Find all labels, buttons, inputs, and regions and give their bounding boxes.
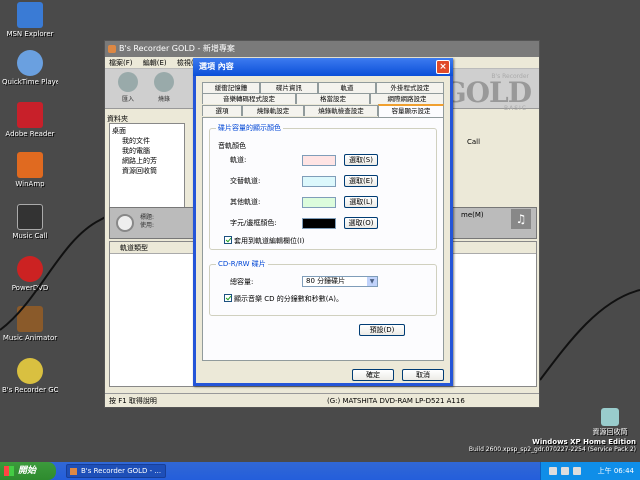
- apply-to-track-edit-checkbox[interactable]: 套用到軌道編輯欄位(I): [224, 236, 305, 246]
- me-label: me(M): [461, 211, 484, 219]
- track-color-swatch: [302, 155, 336, 166]
- app-statusbar: 按 F1 取得說明 (G:) MATSHITA DVD-RAM LP-D521 …: [105, 393, 539, 407]
- import-icon: [118, 72, 138, 92]
- menu-file[interactable]: 檔案(F): [109, 59, 133, 67]
- text-border-color-label: 字元/邊框顏色:: [230, 219, 277, 227]
- alt-track-color-label: 交替軌道:: [230, 177, 261, 185]
- tree-item-desktop[interactable]: 桌面: [112, 126, 182, 136]
- folder-tree: 桌面 我的文件 我的電腦 網路上的芳 資源回收筒: [109, 123, 185, 219]
- dialog-titlebar[interactable]: 選項 內容 ×: [193, 58, 453, 76]
- tab-track[interactable]: 軌道: [318, 82, 376, 93]
- taskbar: 開始 B's Recorder GOLD - ... 上午 06:44: [0, 462, 640, 480]
- close-button[interactable]: ×: [436, 60, 450, 74]
- select-other-track-color-button[interactable]: 選取(L): [344, 196, 378, 208]
- capacity-label: 總容量:: [230, 278, 254, 286]
- cd-rw-group: CD-R/RW 碟片 總容量: 80 分鐘碟片 ▼ 顯示音樂 CD 的分鐘數和秒…: [209, 260, 437, 316]
- tab-format-settings[interactable]: 格當設定: [296, 93, 370, 104]
- tree-item-recycle[interactable]: 資源回收筒: [112, 166, 182, 176]
- app-icon: [108, 45, 116, 53]
- tree-item-network[interactable]: 網路上的芳: [112, 156, 182, 166]
- clock[interactable]: 上午 06:44: [598, 462, 634, 480]
- tab-internet-settings[interactable]: 網際網路設定: [370, 93, 444, 104]
- disc-title-label: 標題:: [140, 214, 155, 221]
- track-color-label: 軌道:: [230, 156, 247, 164]
- cd-icon: [116, 214, 134, 232]
- capacity-select[interactable]: 80 分鐘碟片 ▼: [302, 276, 378, 287]
- tray-icon-1[interactable]: [549, 467, 557, 475]
- tab-capacity-display[interactable]: 容量顯示設定: [378, 104, 444, 117]
- tab-burn-track-settings[interactable]: 燒錄軌設定: [242, 105, 304, 116]
- burn-button[interactable]: 燒錄: [149, 72, 179, 106]
- tab-buffer-memory[interactable]: 緩衝記憶體: [202, 82, 260, 93]
- alt-track-color-swatch: [302, 176, 336, 187]
- cancel-button[interactable]: 取消: [402, 369, 444, 381]
- import-button[interactable]: 匯入: [113, 72, 143, 106]
- tree-item-computer[interactable]: 我的電腦: [112, 146, 182, 156]
- tree-item-documents[interactable]: 我的文件: [112, 136, 182, 146]
- brand-logo: GOLD: [442, 76, 532, 109]
- tray-icon-3[interactable]: [573, 467, 581, 475]
- app-titlebar[interactable]: B's Recorder GOLD - 新增專案: [105, 41, 539, 57]
- checkbox-checked-icon: [224, 236, 232, 244]
- select-track-color-button[interactable]: 選取(S): [344, 154, 378, 166]
- tab-options[interactable]: 選項: [202, 105, 242, 116]
- cd-rw-group-title: CD-R/RW 碟片: [216, 260, 268, 268]
- show-minutes-seconds-checkbox[interactable]: 顯示音樂 CD 的分鐘數和秒數(A)。: [224, 294, 343, 304]
- brand-edition: BASIC: [504, 105, 527, 112]
- select-alt-track-color-button[interactable]: 選取(E): [344, 175, 378, 187]
- checkbox-checked-icon: [224, 294, 232, 302]
- status-drive: (G:) MATSHITA DVD-RAM LP-D521 A116: [327, 397, 465, 405]
- tray-icon-2[interactable]: [561, 467, 569, 475]
- other-track-color-swatch: [302, 197, 336, 208]
- tab-disc-info[interactable]: 碟片資訊: [260, 82, 318, 93]
- options-dialog: 選項 內容 × 緩衝記憶體 碟片資訊 軌道 外掛程式設定 音樂轉碼程式設定 格當…: [193, 58, 453, 386]
- music-note-button[interactable]: ♫: [511, 209, 531, 229]
- status-help: 按 F1 取得說明: [109, 397, 157, 405]
- right-pane-label: Call: [467, 138, 481, 146]
- capacity-display-panel: 碟片容量的顯示顏色 音軌顏色 軌道: 選取(S) 交替軌道: 選取(E) 其他軌…: [202, 117, 444, 361]
- burn-icon: [154, 72, 174, 92]
- disc-usage-label: 使用:: [140, 222, 155, 229]
- chevron-down-icon: ▼: [367, 277, 377, 286]
- system-tray: 上午 06:44: [540, 462, 640, 480]
- disc-color-group: 碟片容量的顯示顏色 音軌顏色 軌道: 選取(S) 交替軌道: 選取(E) 其他軌…: [209, 124, 437, 250]
- ok-button[interactable]: 確定: [352, 369, 394, 381]
- default-button[interactable]: 預設(D): [359, 324, 405, 336]
- tab-row-3: 選項 燒錄軌設定 燒錄軌檢查設定 容量顯示設定: [202, 104, 444, 117]
- select-text-border-color-button[interactable]: 選取(O): [344, 217, 378, 229]
- tab-plugin-settings[interactable]: 外掛程式設定: [376, 82, 444, 93]
- menu-edit[interactable]: 編輯(E): [143, 59, 167, 67]
- other-track-color-label: 其他軌道:: [230, 198, 261, 206]
- taskbar-item-bs-recorder[interactable]: B's Recorder GOLD - ...: [66, 464, 166, 478]
- app-icon: [70, 468, 77, 475]
- start-button[interactable]: 開始: [0, 462, 56, 480]
- windows-flag-icon: [4, 466, 14, 476]
- tab-row-2: 音樂轉碼程式設定 格當設定 網際網路設定: [202, 93, 444, 104]
- tab-burn-check-settings[interactable]: 燒錄軌檢查設定: [304, 105, 378, 116]
- os-watermark: Windows XP Home Edition Build 2600.xpsp_…: [468, 438, 636, 453]
- tab-row-1: 緩衝記憶體 碟片資訊 軌道 外掛程式設定: [202, 82, 444, 93]
- disc-color-group-title: 碟片容量的顯示顏色: [216, 124, 283, 132]
- text-border-color-swatch: [302, 218, 336, 229]
- track-color-subtitle: 音軌顏色: [218, 142, 246, 150]
- tab-transcoder-settings[interactable]: 音樂轉碼程式設定: [202, 93, 296, 104]
